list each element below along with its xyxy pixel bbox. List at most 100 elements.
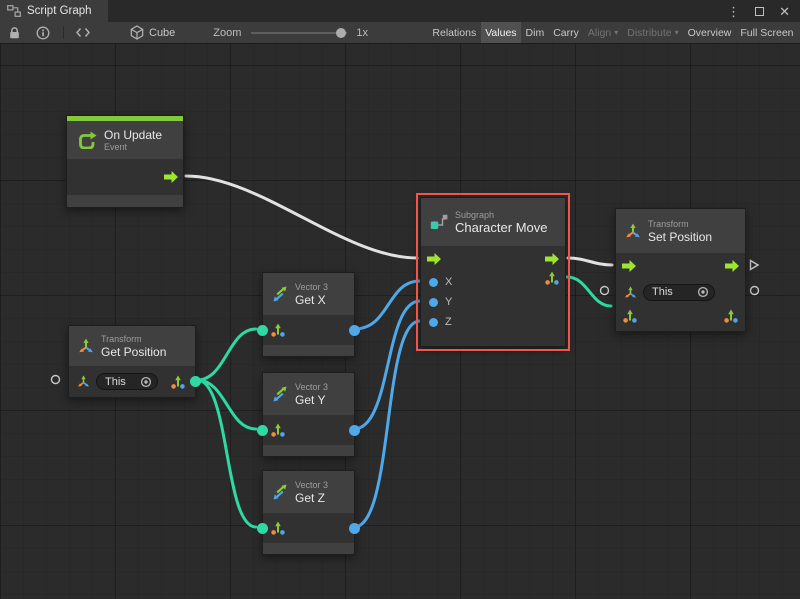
- close-icon[interactable]: ✕: [779, 5, 790, 18]
- graph-canvas[interactable]: On Update Event Transform Get Position: [0, 44, 800, 599]
- relations-button[interactable]: Relations: [428, 22, 481, 43]
- control-output-port[interactable]: [545, 253, 559, 265]
- this-input-field[interactable]: This: [643, 284, 715, 301]
- script-graph-window: Script Graph ⋮ ✕ Cube Zoom 1x Relations …: [0, 0, 800, 599]
- vector-input-port[interactable]: [257, 523, 268, 534]
- node-subtitle: Vector 3: [295, 480, 328, 491]
- window-menu-icon[interactable]: ⋮: [727, 5, 740, 18]
- node-title: Get Position: [101, 345, 166, 359]
- position-type-icon: [271, 323, 285, 337]
- tab-title: Script Graph: [27, 5, 92, 17]
- data-input-port-y[interactable]: [429, 298, 438, 307]
- vector-input-port[interactable]: [623, 309, 637, 323]
- node-footer: [67, 195, 183, 207]
- graph-target-selector[interactable]: Cube: [130, 25, 175, 40]
- port-label-z: Z: [445, 316, 452, 328]
- node-get-position[interactable]: Transform Get Position This: [68, 325, 196, 398]
- transform-type-icon: [624, 286, 637, 299]
- full-screen-button[interactable]: Full Screen: [736, 22, 798, 43]
- toolbar-separator: [63, 26, 64, 39]
- wire-getposition-to-getx[interactable]: [197, 329, 256, 380]
- node-get-y[interactable]: Vector 3 Get Y: [262, 372, 355, 457]
- control-input-port[interactable]: [622, 260, 636, 272]
- on-update-event-icon: [76, 131, 97, 149]
- vector-output-port[interactable]: [545, 271, 559, 285]
- this-value: This: [105, 376, 126, 388]
- unconnected-port-getposition-this[interactable]: [50, 374, 61, 385]
- position-type-icon: [271, 423, 285, 437]
- transform-type-icon: [77, 375, 90, 388]
- object-picker-icon[interactable]: [697, 286, 709, 298]
- vector3-icon: [272, 484, 288, 500]
- vector-output-port[interactable]: [190, 376, 201, 387]
- position-output-port[interactable]: [724, 309, 738, 323]
- node-header: Transform Set Position: [616, 209, 745, 253]
- this-input-field[interactable]: This: [96, 373, 158, 390]
- node-footer: [263, 345, 354, 356]
- unconnected-control-output-port[interactable]: [749, 259, 760, 271]
- float-output-port[interactable]: [349, 325, 360, 336]
- node-get-x[interactable]: Vector 3 Get X: [262, 272, 355, 357]
- node-header: On Update Event: [67, 121, 183, 159]
- node-title: Get Z: [295, 491, 328, 505]
- node-body: [263, 513, 354, 543]
- info-icon[interactable]: [36, 26, 50, 40]
- data-input-port-z[interactable]: [429, 318, 438, 327]
- wire-gety-to-charactermove-y[interactable]: [354, 301, 420, 429]
- align-button[interactable]: Align▾: [583, 22, 622, 43]
- node-title: Character Move: [455, 221, 547, 235]
- graph-target-label: Cube: [149, 27, 175, 39]
- chevron-down-icon: ▾: [614, 29, 618, 37]
- node-subtitle: Subgraph: [455, 210, 547, 221]
- node-subtitle: Transform: [101, 334, 166, 345]
- unconnected-data-output-port[interactable]: [749, 285, 760, 296]
- float-output-port[interactable]: [349, 425, 360, 436]
- port-label-x: X: [445, 276, 452, 288]
- transform-icon: [625, 223, 641, 239]
- tab-script-graph[interactable]: Script Graph: [0, 0, 108, 22]
- node-body: [263, 415, 354, 445]
- zoom-slider-handle[interactable]: [336, 28, 346, 38]
- zoom-slider[interactable]: [251, 32, 347, 34]
- node-title: Set Position: [648, 230, 712, 244]
- node-title: On Update: [104, 128, 162, 142]
- vector-input-port[interactable]: [257, 325, 268, 336]
- graph-toolbar: Cube Zoom 1x Relations Values Dim Carry …: [0, 22, 800, 44]
- titlebar: Script Graph ⋮ ✕: [0, 0, 800, 22]
- wire-onupdate-to-charactermove[interactable]: [186, 176, 417, 258]
- maximize-icon[interactable]: [755, 7, 764, 16]
- vector-input-port[interactable]: [257, 425, 268, 436]
- edit-source-icon[interactable]: [76, 27, 90, 38]
- node-set-position[interactable]: Transform Set Position This: [615, 208, 746, 332]
- zoom-value: 1x: [356, 27, 368, 39]
- wire-charactermove-to-setposition[interactable]: [568, 258, 612, 265]
- wire-getposition-to-gety[interactable]: [197, 380, 256, 429]
- lock-icon[interactable]: [8, 26, 21, 39]
- node-body: X Y Z: [421, 246, 565, 346]
- carry-button[interactable]: Carry: [549, 22, 584, 43]
- node-header: Vector 3 Get Y: [263, 373, 354, 415]
- node-character-move[interactable]: Subgraph Character Move X Y: [420, 197, 566, 347]
- node-on-update-event[interactable]: On Update Event: [66, 115, 184, 208]
- zoom-label: Zoom: [213, 27, 241, 39]
- data-input-port-x[interactable]: [429, 278, 438, 287]
- node-header: Vector 3 Get Z: [263, 471, 354, 513]
- values-button[interactable]: Values: [481, 22, 521, 43]
- node-title: Get X: [295, 293, 328, 307]
- dim-button[interactable]: Dim: [521, 22, 549, 43]
- control-output-port[interactable]: [725, 260, 739, 272]
- node-get-z[interactable]: Vector 3 Get Z: [262, 470, 355, 555]
- node-title: Get Y: [295, 393, 328, 407]
- node-body: This: [616, 253, 745, 331]
- float-output-port[interactable]: [349, 523, 360, 534]
- node-subtitle: Event: [104, 142, 162, 153]
- distribute-button[interactable]: Distribute▾: [623, 22, 683, 43]
- control-output-port[interactable]: [164, 171, 178, 183]
- control-input-port[interactable]: [427, 253, 441, 265]
- position-type-icon: [171, 375, 185, 389]
- unconnected-port-setposition-this[interactable]: [599, 285, 610, 296]
- overview-button[interactable]: Overview: [683, 22, 736, 43]
- object-picker-icon[interactable]: [140, 376, 152, 388]
- node-header: Subgraph Character Move: [421, 198, 565, 246]
- vector3-icon: [272, 386, 288, 402]
